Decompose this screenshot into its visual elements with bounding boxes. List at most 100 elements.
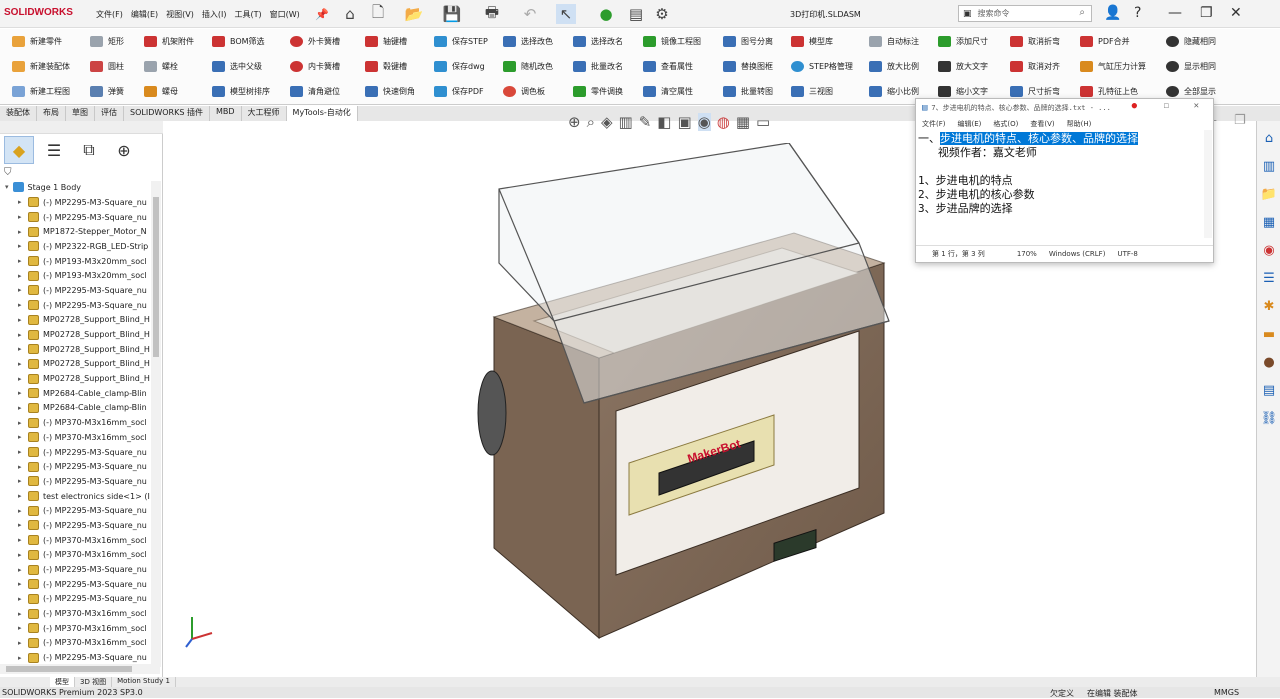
edit-appearance-icon[interactable]: ◍ xyxy=(717,113,730,131)
cmd-clear-properties[interactable]: 清空属性 xyxy=(643,79,701,104)
cmd-rectangle[interactable]: 矩形 xyxy=(90,29,124,54)
tree-item[interactable]: ▸ (-) MP370-M3x16mm_socl xyxy=(18,621,151,636)
menu-tools[interactable]: 工具(T) xyxy=(234,9,261,20)
tab-addins[interactable]: SOLIDWORKS 插件 xyxy=(124,106,210,121)
tree-item[interactable]: ▸ (-) MP370-M3x16mm_socl xyxy=(18,606,151,621)
cmd-cancel-bend[interactable]: 取消折弯 xyxy=(1010,29,1060,54)
expand-arrow-icon[interactable]: ▸ xyxy=(18,213,28,221)
expand-arrow-icon[interactable]: ▸ xyxy=(18,257,28,265)
hide-show-items-icon[interactable]: ◉ xyxy=(697,113,711,131)
record-icon[interactable]: ● xyxy=(1132,101,1137,111)
expand-arrow-icon[interactable]: ▸ xyxy=(18,536,28,544)
cmd-enlarge-text[interactable]: 放大文字 xyxy=(938,54,988,79)
cmd-batch-convert[interactable]: 批量转图 xyxy=(723,79,773,104)
tree-item[interactable]: ▸ MP1872-Stepper_Motor_N xyxy=(18,224,151,239)
cmd-batch-rename[interactable]: 批量改名 xyxy=(573,54,623,79)
cmd-palette[interactable]: 调色板 xyxy=(503,79,553,104)
menu-window[interactable]: 窗口(W) xyxy=(270,9,300,20)
notepad-close-icon[interactable]: ✕ xyxy=(1194,101,1199,111)
tree-item[interactable]: ▸ (-) MP2295-M3-Square_nu xyxy=(18,577,151,592)
expand-arrow-icon[interactable]: ▸ xyxy=(18,198,28,206)
tree-item[interactable]: ▸ MP02728_Support_Blind_H xyxy=(18,342,151,357)
search-icon[interactable]: ⌕ xyxy=(1079,7,1085,18)
notepad-menu-help[interactable]: 帮助(H) xyxy=(1067,119,1092,129)
tab-assembly[interactable]: 装配体 xyxy=(0,106,37,121)
tree-item[interactable]: ▸ (-) MP2295-M3-Square_nu xyxy=(18,474,151,489)
cmd-new-drawing[interactable]: 新建工程图 xyxy=(12,79,70,104)
zoom-to-fit-icon[interactable]: ⊕ xyxy=(568,113,581,131)
link-icon[interactable]: ⛓ xyxy=(1258,407,1280,429)
select-cursor-icon[interactable]: ↖ xyxy=(556,4,576,24)
cmd-drawing-number-split[interactable]: 图号分离 xyxy=(723,29,773,54)
tree-item[interactable]: ▸ (-) MP2295-M3-Square_nu xyxy=(18,518,151,533)
expand-arrow-icon[interactable]: ▸ xyxy=(18,301,28,309)
tree-item[interactable]: ▸ (-) MP2295-M3-Square_nu xyxy=(18,459,151,474)
cmd-view-properties[interactable]: 查看属性 xyxy=(643,54,701,79)
expand-arrow-icon[interactable]: ▸ xyxy=(18,639,28,647)
notepad-maximize-icon[interactable]: ☐ xyxy=(1164,101,1169,111)
expand-arrow-icon[interactable]: ▸ xyxy=(18,477,28,485)
cmd-three-views[interactable]: 三视图 xyxy=(791,79,853,104)
resources-home-icon[interactable]: ⌂ xyxy=(1258,127,1280,149)
tree-item[interactable]: ▸ (-) MP2322-RGB_LED-Strip xyxy=(18,239,151,254)
notepad-text-area[interactable]: 一、步进电机的特点、核心参数、品牌的选择 视频作者：嘉文老师 1、步进电机的特点… xyxy=(916,130,1213,216)
print-icon[interactable]: 🖶 xyxy=(482,3,502,24)
tree-item[interactable]: ▸ (-) MP2295-M3-Square_nu xyxy=(18,298,151,313)
menu-edit[interactable]: 编辑(E) xyxy=(131,9,158,20)
user-icon[interactable]: 👤 xyxy=(1104,5,1121,21)
tree-item[interactable]: ▸ MP02728_Support_Blind_H xyxy=(18,327,151,342)
expand-arrow-icon[interactable]: ▸ xyxy=(18,551,28,559)
cmd-new-assembly[interactable]: 新建装配体 xyxy=(12,54,70,79)
graphics-area[interactable]: ⊕ ⌕ ◈ ▥ ✎ ◧ ▣ ◉ ◍ ▦ ▭ MakerBot ❐ ▤ 7、步进电… xyxy=(164,98,1254,677)
tree-item[interactable]: ▸ (-) MP370-M3x16mm_socl xyxy=(18,636,151,651)
notepad-menu-edit[interactable]: 编辑(E) xyxy=(958,119,982,129)
design-library-icon[interactable]: ▥ xyxy=(1258,155,1280,177)
cmd-frame-accessory[interactable]: 机架附件 xyxy=(144,29,194,54)
expand-arrow-icon[interactable]: ▸ xyxy=(18,331,28,339)
solidworks-forum-icon[interactable]: ✱ xyxy=(1258,295,1280,317)
expand-arrow-icon[interactable]: ▸ xyxy=(18,375,28,383)
view-orientation-icon[interactable]: ◧ xyxy=(657,113,671,131)
tree-item[interactable]: ▸ (-) MP2295-M3-Square_nu xyxy=(18,650,151,665)
collapse-arrow-icon[interactable]: ▾ xyxy=(5,183,9,191)
tree-item[interactable]: ▸ (-) MP2295-M3-Square_nu xyxy=(18,562,151,577)
cmd-save-dwg[interactable]: 保存dwg xyxy=(434,54,488,79)
expand-arrow-icon[interactable]: ▸ xyxy=(18,566,28,574)
expand-arrow-icon[interactable]: ▸ xyxy=(18,228,28,236)
tab-evaluate[interactable]: 评估 xyxy=(95,106,124,121)
dimxpert-icon[interactable]: ⊕ xyxy=(109,136,139,164)
tree-item[interactable]: ▸ (-) MP370-M3x16mm_socl xyxy=(18,430,151,445)
custom-properties-icon[interactable]: ☰ xyxy=(1258,267,1280,289)
expand-arrow-icon[interactable]: ▸ xyxy=(18,624,28,632)
cmd-nut[interactable]: 螺母 xyxy=(144,79,194,104)
expand-arrow-icon[interactable]: ▸ xyxy=(18,242,28,250)
close-icon[interactable]: ✕ xyxy=(1230,5,1242,21)
expand-arrow-icon[interactable]: ▸ xyxy=(18,419,28,427)
expand-arrow-icon[interactable]: ▸ xyxy=(18,610,28,618)
cmd-save-step[interactable]: 保存STEP xyxy=(434,29,488,54)
cmd-save-pdf[interactable]: 保存PDF xyxy=(434,79,488,104)
tab-layout[interactable]: 布局 xyxy=(37,106,66,121)
tree-item[interactable]: ▸ (-) MP2295-M3-Square_nu xyxy=(18,445,151,460)
expand-arrow-icon[interactable]: ▸ xyxy=(18,272,28,280)
expand-arrow-icon[interactable]: ▸ xyxy=(18,654,28,662)
cmd-bolt[interactable]: 螺栓 xyxy=(144,54,194,79)
tree-item[interactable]: ▸ (-) MP2295-M3-Square_nu xyxy=(18,195,151,210)
tab-motion-study[interactable]: Motion Study 1 xyxy=(112,677,176,687)
viewport-restore-icon[interactable]: ❐ xyxy=(1234,113,1246,128)
tab-model[interactable]: 模型 xyxy=(50,677,75,687)
tree-horizontal-scrollbar[interactable] xyxy=(0,664,160,674)
cmd-select-recolor[interactable]: 选择改色 xyxy=(503,29,553,54)
open-icon[interactable]: 📂 xyxy=(404,4,424,24)
cmd-cancel-align[interactable]: 取消对齐 xyxy=(1010,54,1060,79)
pin-icon[interactable]: 📌 xyxy=(312,4,332,24)
tab-mytools[interactable]: MyTools-自动化 xyxy=(286,106,358,121)
cmd-hide-same[interactable]: 隐藏相同 xyxy=(1166,29,1216,54)
expand-arrow-icon[interactable]: ▸ xyxy=(18,345,28,353)
rebuild-icon[interactable]: ● xyxy=(596,4,616,24)
tree-item[interactable]: ▸ MP02728_Support_Blind_H xyxy=(18,313,151,328)
previous-view-icon[interactable]: ◈ xyxy=(601,113,613,131)
tree-item[interactable]: ▸ (-) MP370-M3x16mm_socl xyxy=(18,548,151,563)
tree-root[interactable]: ▾ Stage 1 Body xyxy=(5,182,81,192)
tree-item[interactable]: ▸ MP02728_Support_Blind_H xyxy=(18,371,151,386)
